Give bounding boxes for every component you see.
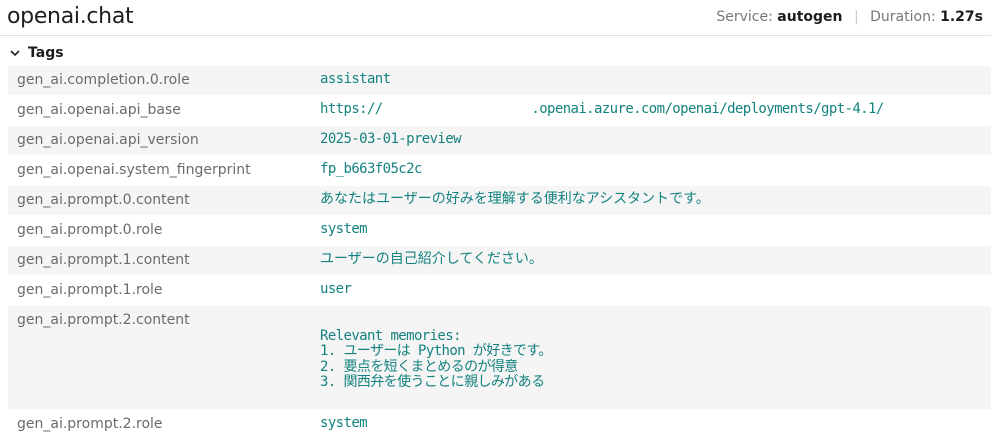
tag-value: Relevant memories: 1. ユーザーは Python が好きです… [320,328,552,390]
duration-value: 1.27s [940,9,983,25]
service-value: autogen [777,9,843,25]
tag-value: fp_b663f05c2c [320,161,422,177]
tag-value: user [320,281,352,297]
tags-section-toggle[interactable]: Tags [9,43,64,63]
duration-label: Duration: [870,9,936,25]
tag-value: あなたはユーザーの好みを理解する便利なアシスタントです。 [320,191,710,207]
tag-value: 2025-03-01-preview [320,131,462,147]
tags-table: gen_ai.completion.0.role assistant gen_a… [8,66,991,440]
service-label: Service: [716,9,773,25]
tag-row: gen_ai.prompt.1.role user [8,276,991,306]
tag-value: system [320,415,368,431]
tag-value: https:// .openai.azure.com/openai/deploy… [320,101,884,117]
tag-key: gen_ai.openai.system_fingerprint [17,162,251,178]
tag-row: gen_ai.openai.api_base https:// .openai.… [8,96,991,126]
span-meta: Service: autogen | Duration: 1.27s [716,9,983,25]
span-title: openai.chat [7,4,134,29]
tag-row: gen_ai.prompt.2.role system [8,410,991,440]
tag-key: gen_ai.openai.api_version [17,132,199,148]
tag-key: gen_ai.prompt.2.role [17,416,163,432]
tag-row: gen_ai.prompt.2.content Relevant memorie… [8,306,991,410]
tag-value: ユーザーの自己紹介してください。 [320,251,543,267]
tag-key: gen_ai.prompt.2.content [17,312,190,328]
tag-key: gen_ai.prompt.1.role [17,282,163,298]
tag-value: assistant [320,71,391,87]
tag-key: gen_ai.completion.0.role [17,72,190,88]
tag-key: gen_ai.prompt.0.content [17,192,190,208]
tag-key: gen_ai.prompt.1.content [17,252,190,268]
tag-row: gen_ai.prompt.0.role system [8,216,991,246]
span-header: openai.chat Service: autogen | Duration:… [0,0,991,36]
chevron-down-icon [10,50,20,57]
tag-row: gen_ai.openai.system_fingerprint fp_b663… [8,156,991,186]
tag-row: gen_ai.openai.api_version 2025-03-01-pre… [8,126,991,156]
tag-row: gen_ai.completion.0.role assistant [8,66,991,96]
tags-section-label: Tags [28,45,64,61]
tag-value: system [320,221,368,237]
tag-key: gen_ai.openai.api_base [17,102,181,118]
tag-row: gen_ai.prompt.0.content あなたはユーザーの好みを理解する… [8,186,991,216]
tag-key: gen_ai.prompt.0.role [17,222,163,238]
meta-divider: | [853,9,859,25]
tag-row: gen_ai.prompt.1.content ユーザーの自己紹介してください。 [8,246,991,276]
